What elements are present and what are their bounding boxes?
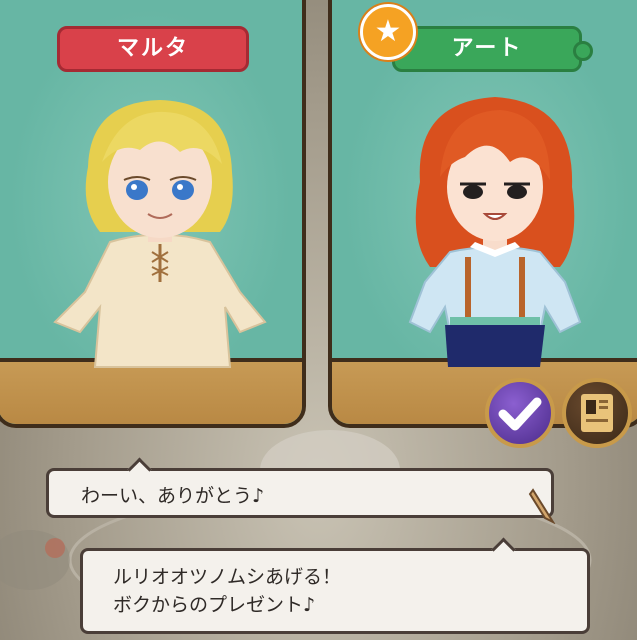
check-icon	[498, 397, 542, 431]
left-character-avatar	[53, 100, 267, 368]
npc-dialogue-text: わーい、ありがとう♪	[81, 485, 265, 507]
menu-button[interactable]	[562, 378, 632, 448]
player-dialogue-line-1: ルリオオツノムシあげる！	[113, 566, 342, 588]
right-character-name-tag: アート	[392, 26, 593, 72]
book-icon	[581, 394, 613, 432]
player-speech-bubble[interactable]: ルリオオツノムシあげる！ ボクからのプレゼント♪	[80, 537, 590, 634]
right-character-avatar	[408, 97, 582, 367]
star-icon: ★	[360, 4, 416, 60]
player-dialogue-line-2: ボクからのプレゼント♪	[113, 594, 316, 616]
confirm-button[interactable]	[485, 378, 555, 448]
npc-speech-bubble: わーい、ありがとう♪	[46, 457, 554, 518]
left-character-name-tag: マルタ	[57, 26, 249, 72]
pencil-icon[interactable]	[528, 488, 558, 524]
